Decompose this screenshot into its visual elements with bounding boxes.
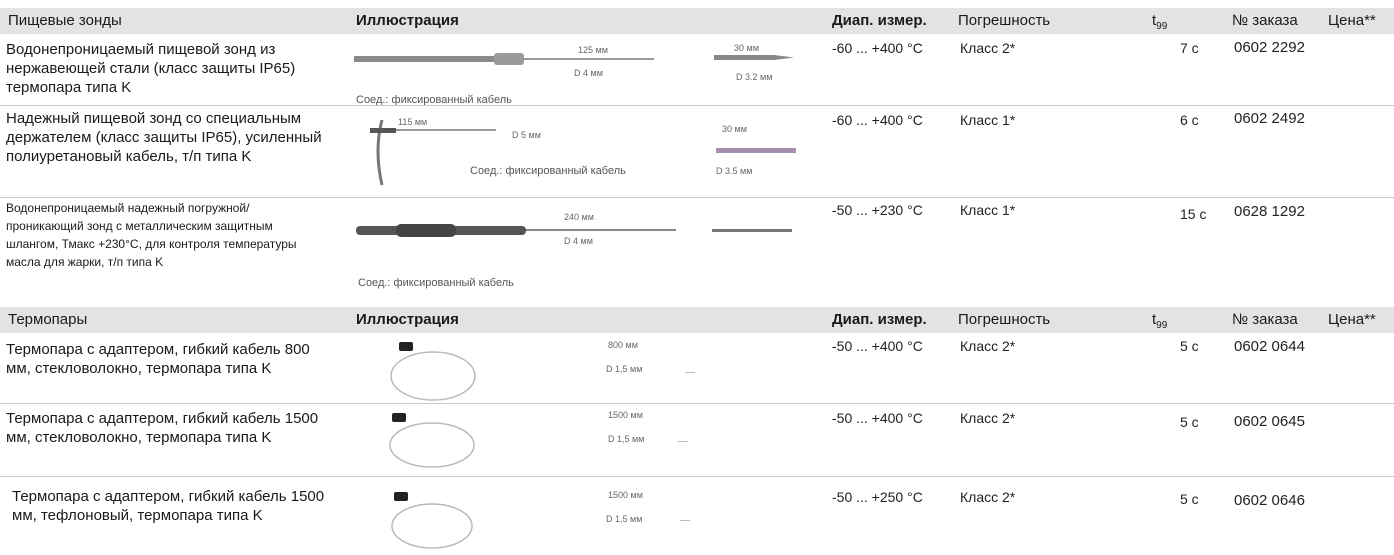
- food-probe-with-holder-illustration: [370, 119, 796, 186]
- dim-length: 115 мм: [398, 117, 428, 127]
- column-header-t99: t99: [1152, 311, 1167, 331]
- dim-diameter: D 4 мм: [574, 68, 603, 78]
- cable-coil: [389, 422, 475, 468]
- t99-value: 5 с: [1180, 414, 1199, 430]
- adapter: [399, 342, 413, 351]
- order-number: 0602 0645: [1234, 413, 1305, 430]
- row-divider: [0, 476, 1394, 477]
- probe-tip: [714, 55, 774, 60]
- row-description: Термопара с адаптером, гибкий кабель 800…: [6, 341, 310, 377]
- dim-diameter: D 1,5 мм: [606, 364, 643, 374]
- column-header-order: № заказа: [1232, 12, 1298, 29]
- probe-tip: [680, 520, 690, 521]
- accuracy-value: Класс 2*: [960, 489, 1016, 505]
- column-header-t99: t99: [1152, 12, 1167, 32]
- section-title: Термопары: [8, 311, 88, 328]
- range-value: -50 ... +400 °C: [832, 410, 923, 426]
- dim-diameter: D 1,5 мм: [606, 514, 643, 524]
- adapter: [394, 492, 408, 501]
- probe-shaft: [526, 229, 676, 231]
- order-number: 0628 1292: [1234, 203, 1305, 220]
- column-header-illustration: Иллюстрация: [356, 311, 459, 328]
- tip-diameter: D 3.2 мм: [736, 72, 773, 82]
- adapter: [392, 413, 406, 422]
- probe-point: [774, 55, 794, 60]
- dim-length: 1500 мм: [608, 490, 643, 500]
- cable-coil: [390, 351, 476, 401]
- accuracy-value: Класс 1*: [960, 112, 1016, 128]
- range-value: -60 ... +400 °C: [832, 40, 923, 56]
- range-value: -50 ... +250 °C: [832, 489, 923, 505]
- t99-value: 5 с: [1180, 338, 1199, 354]
- row-description: Водонепроницаемый пищевой зонд из нержав…: [6, 41, 296, 96]
- column-header-accuracy: Погрешность: [958, 12, 1051, 29]
- row-divider: [0, 105, 1394, 106]
- column-header-price: Цена**: [1328, 12, 1376, 29]
- thermocouple-coil-illustration: [391, 492, 690, 549]
- section-header-thermocouples: Термопары Иллюстрация Диап. измер. Погре…: [0, 307, 1394, 333]
- accuracy-value: Класс 1*: [960, 202, 1016, 218]
- t99-sub: 99: [1156, 320, 1168, 331]
- cable-note: Соед.: фиксированный кабель: [470, 165, 626, 177]
- column-header-accuracy: Погрешность: [958, 311, 1051, 328]
- probe-shaft: [396, 129, 496, 131]
- order-number: 0602 0646: [1234, 492, 1305, 509]
- probe-tip: [716, 148, 796, 153]
- column-header-order: № заказа: [1232, 311, 1298, 328]
- order-number: 0602 0644: [1234, 338, 1305, 355]
- order-number: 0602 2492: [1234, 110, 1305, 127]
- range-value: -50 ... +230 °C: [832, 202, 923, 218]
- row-divider: [0, 403, 1394, 404]
- section-title: Пищевые зонды: [8, 12, 122, 29]
- tip-diameter: D 3.5 мм: [716, 166, 753, 176]
- row-description: Надежный пищевой зонд со специальным дер…: [6, 110, 322, 165]
- row-description: Водонепроницаемый надежный погружной/про…: [6, 201, 297, 269]
- t99-value: 15 с: [1180, 206, 1207, 222]
- thermocouple-coil-illustration: [389, 413, 688, 468]
- dim-length: 1500 мм: [608, 410, 643, 420]
- probe-tip: [678, 441, 688, 442]
- column-header-illustration: Иллюстрация: [356, 12, 459, 29]
- range-value: -60 ... +400 °C: [832, 112, 923, 128]
- t99-value: 7 с: [1180, 40, 1199, 56]
- dim-diameter: D 4 мм: [564, 236, 593, 246]
- column-header-price: Цена**: [1328, 311, 1376, 328]
- order-number: 0602 2292: [1234, 39, 1305, 56]
- range-value: -50 ... +400 °C: [832, 338, 923, 354]
- section-header-food-probes: Пищевые зонды Иллюстрация Диап. измер. П…: [0, 8, 1394, 34]
- accuracy-value: Класс 2*: [960, 338, 1016, 354]
- column-header-range: Диап. измер.: [832, 12, 927, 29]
- tip-length: 30 мм: [722, 124, 747, 134]
- dim-length: 800 мм: [608, 340, 638, 350]
- probe-grip: [494, 53, 524, 65]
- dim-diameter: D 5 мм: [512, 130, 541, 140]
- probe-handle: [370, 128, 396, 133]
- probe-shaft: [524, 58, 654, 60]
- probe-grip: [396, 224, 456, 237]
- thermocouple-coil-illustration: [390, 342, 695, 401]
- probe-tip: [685, 372, 695, 373]
- cable-note: Соед.: фиксированный кабель: [358, 277, 514, 289]
- dim-length: 240 мм: [564, 212, 594, 222]
- t99-value: 5 с: [1180, 491, 1199, 507]
- probe-tip: [712, 229, 792, 232]
- t99-sub: 99: [1156, 21, 1168, 32]
- dim-diameter: D 1,5 мм: [608, 434, 645, 444]
- tip-length: 30 мм: [734, 43, 759, 53]
- row-description: Термопара с адаптером, гибкий кабель 150…: [12, 488, 325, 524]
- cable-coil: [391, 503, 473, 549]
- column-header-range: Диап. измер.: [832, 311, 927, 328]
- row-divider: [0, 197, 1394, 198]
- accuracy-value: Класс 2*: [960, 40, 1016, 56]
- probe-handle: [354, 56, 514, 62]
- accuracy-value: Класс 2*: [960, 410, 1016, 426]
- dim-length: 125 мм: [578, 45, 608, 55]
- row-description: Термопара с адаптером, гибкий кабель 150…: [6, 410, 319, 446]
- t99-value: 6 с: [1180, 112, 1199, 128]
